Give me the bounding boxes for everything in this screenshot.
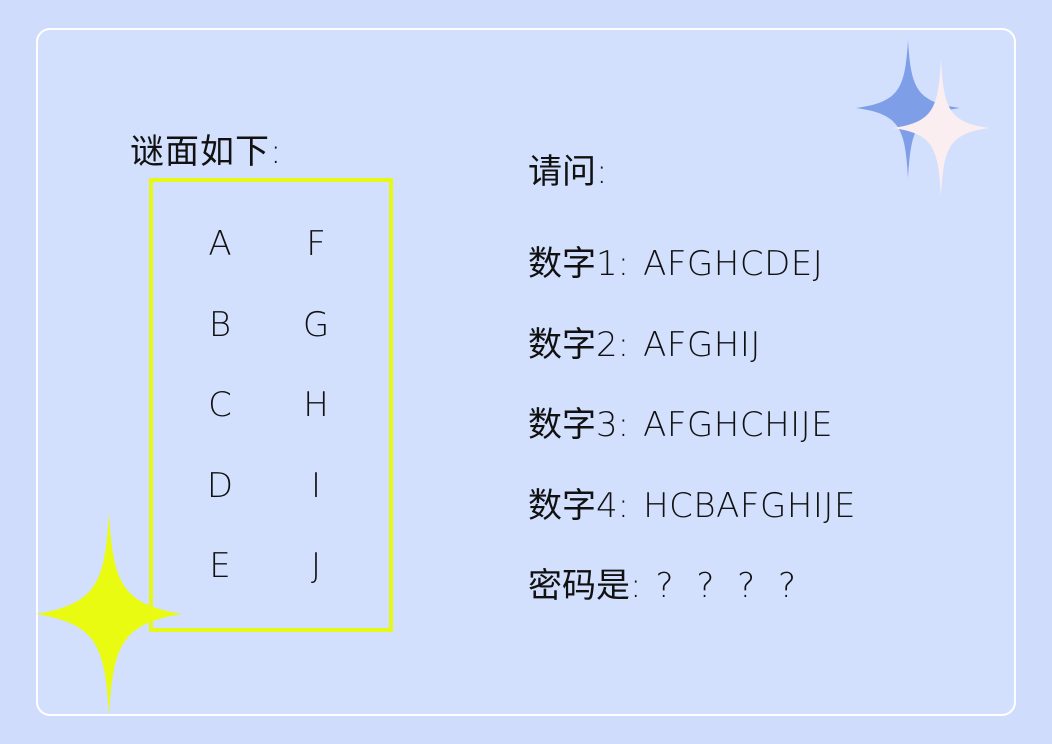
number-value: AFGHCHIJE bbox=[643, 405, 834, 445]
letter-cell: F bbox=[306, 224, 326, 264]
letter-cell: C bbox=[208, 385, 232, 425]
number-line: 数字4: HCBAFGHIJE bbox=[528, 478, 856, 527]
password-line: 密码是: ? ? ? ? bbox=[528, 558, 802, 607]
letter-cell: J bbox=[310, 546, 322, 586]
letter-grid-box bbox=[149, 178, 393, 632]
number-line: 数字2: AFGHIJ bbox=[528, 317, 761, 366]
letter-cell: A bbox=[208, 224, 232, 264]
letter-cell: H bbox=[303, 385, 329, 425]
number-line: 数字3: AFGHCHIJE bbox=[528, 397, 833, 446]
riddle-title: 谜面如下: bbox=[130, 132, 283, 172]
password-label: 密码是: bbox=[528, 566, 642, 606]
number-label: 数字1: bbox=[528, 244, 630, 284]
number-value: AFGHIJ bbox=[643, 325, 761, 365]
number-value: AFGHCDEJ bbox=[643, 244, 824, 284]
question-title: 请问: bbox=[528, 152, 608, 192]
number-label: 数字4: bbox=[528, 486, 630, 526]
number-value: HCBAFGHIJE bbox=[643, 486, 856, 526]
number-line: 数字1: AFGHCDEJ bbox=[528, 236, 823, 285]
pink-sparkle-icon bbox=[893, 60, 989, 196]
letter-cell: D bbox=[206, 466, 234, 506]
letter-cell: E bbox=[209, 546, 231, 586]
yellow-sparkle-icon bbox=[36, 512, 182, 716]
number-label: 数字3: bbox=[528, 405, 630, 445]
number-label: 数字2: bbox=[528, 325, 630, 365]
letter-cell: G bbox=[302, 305, 330, 345]
letter-cell: B bbox=[208, 305, 232, 345]
letter-cell: I bbox=[310, 466, 322, 506]
password-value: ? ? ? ? bbox=[655, 566, 803, 606]
